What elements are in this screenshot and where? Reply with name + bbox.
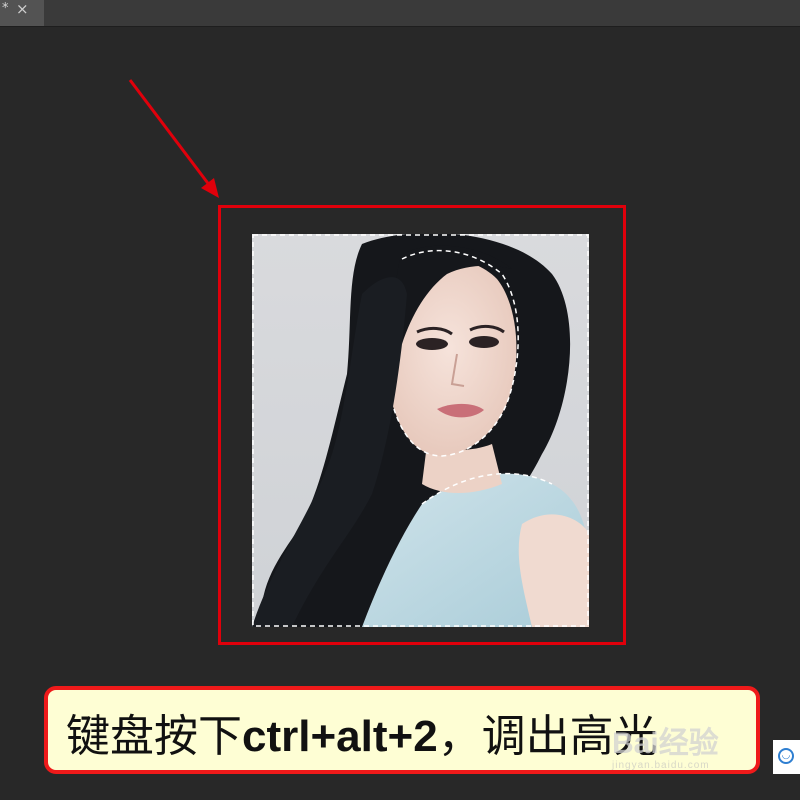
baidu-watermark: Bai经验 <box>612 718 719 762</box>
photo-canvas[interactable] <box>252 234 589 627</box>
watermark-url: jingyan.baidu.com <box>612 760 710 771</box>
smile-icon: ◡ <box>778 748 794 764</box>
caption-text: 键盘按下ctrl+alt+2，调出高光 <box>66 700 658 764</box>
feedback-widget[interactable]: ◡ <box>773 740 800 774</box>
caption-keys: ctrl+alt+2 <box>242 712 438 761</box>
caption-text-cn1: 键盘按下 <box>66 711 242 762</box>
watermark-logo-suffix: 经验 <box>658 727 719 760</box>
portrait-image <box>252 234 589 627</box>
watermark-logo: Bai <box>612 727 659 760</box>
